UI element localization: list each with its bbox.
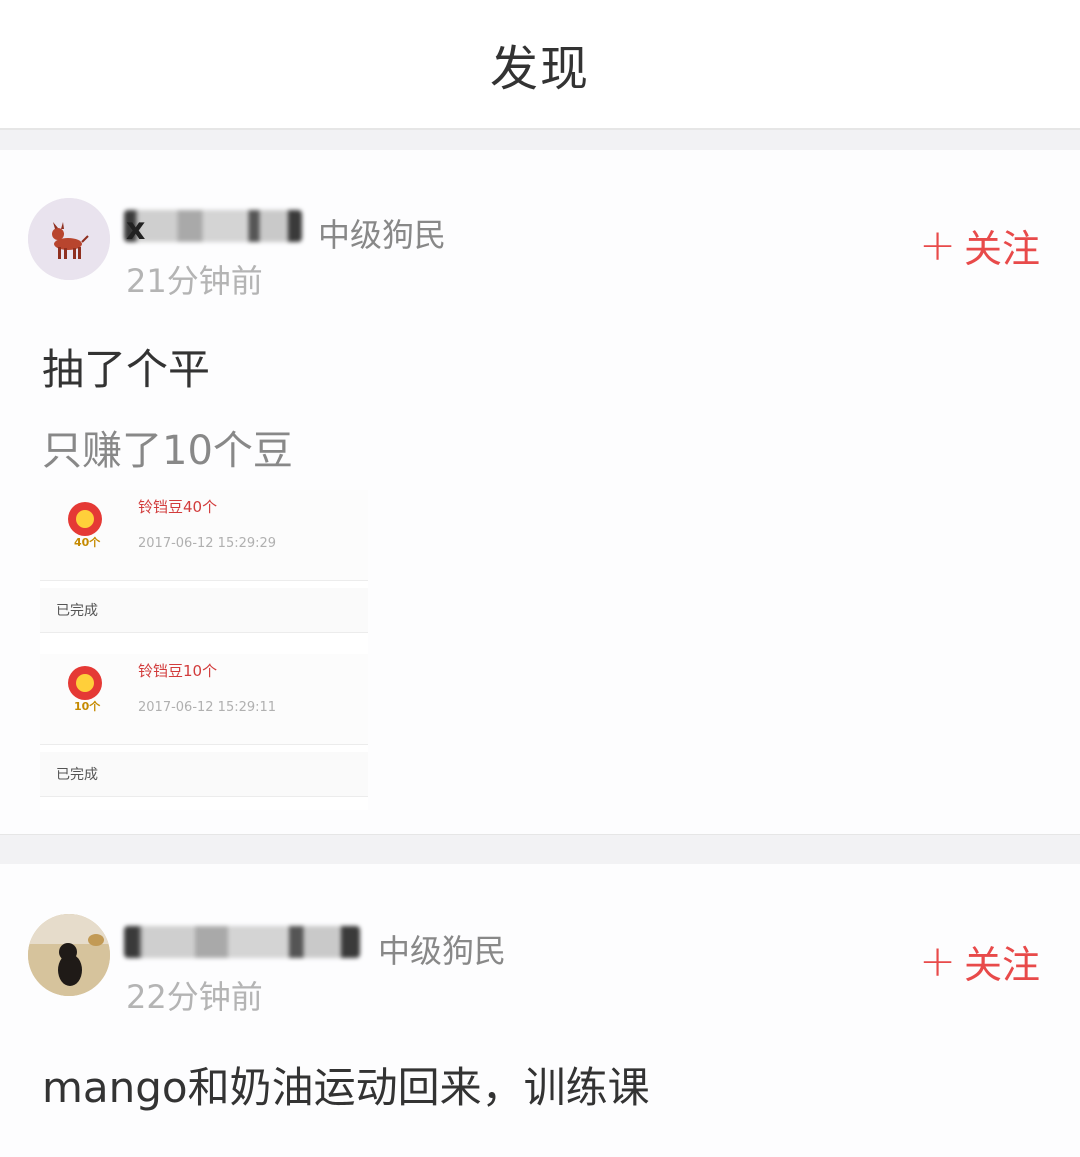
post-time: 21分钟前 bbox=[126, 262, 263, 300]
username-obscured[interactable] bbox=[124, 210, 302, 242]
user-level: 中级狗民 bbox=[318, 216, 447, 254]
dog-avatar-icon bbox=[28, 198, 110, 280]
status-row: 已完成 bbox=[40, 588, 368, 633]
top-bar: 发现 bbox=[0, 0, 1080, 130]
record-status: 已完成 bbox=[56, 767, 98, 783]
avatar[interactable] bbox=[28, 198, 110, 280]
section-gap bbox=[0, 834, 1080, 865]
post-subtitle: 只赚了10个豆 bbox=[42, 428, 293, 474]
record-status: 已完成 bbox=[56, 603, 98, 619]
post-time: 22分钟前 bbox=[126, 978, 263, 1016]
follow-button[interactable]: + 关注 bbox=[919, 218, 1040, 273]
section-gap bbox=[0, 130, 1080, 150]
username-obscured[interactable] bbox=[124, 926, 360, 958]
username-initial: x bbox=[126, 212, 146, 247]
post-title: mango和奶油运动回来，训练课 bbox=[42, 1063, 650, 1112]
post-title: 抽了个平 bbox=[42, 345, 211, 394]
avatar[interactable] bbox=[28, 914, 110, 996]
record-title: 铃铛豆40个 bbox=[138, 498, 218, 516]
list-item: 40个 铃铛豆40个 2017-06-12 15:29:29 bbox=[40, 490, 368, 581]
coin-icon bbox=[68, 502, 102, 536]
dog-avatar-icon bbox=[28, 914, 110, 996]
record-time: 2017-06-12 15:29:29 bbox=[138, 536, 277, 551]
page-title: 发现 bbox=[489, 41, 590, 97]
post-image[interactable]: 40个 铃铛豆40个 2017-06-12 15:29:29 已完成 10个 铃… bbox=[40, 490, 368, 810]
record-title: 铃铛豆10个 bbox=[138, 662, 218, 680]
follow-label: 关注 bbox=[963, 943, 1040, 987]
plus-icon: + bbox=[919, 219, 956, 271]
user-level: 中级狗民 bbox=[378, 932, 507, 970]
coin-badge: 10个 bbox=[74, 700, 101, 713]
post-card[interactable]: 中级狗民 22分钟前 + 关注 mango和奶油运动回来，训练课 bbox=[0, 864, 1080, 1157]
follow-label: 关注 bbox=[963, 227, 1040, 271]
list-item: 10个 铃铛豆10个 2017-06-12 15:29:11 bbox=[40, 654, 368, 745]
status-row: 已完成 bbox=[40, 752, 368, 797]
follow-button[interactable]: + 关注 bbox=[919, 934, 1040, 989]
coin-badge: 40个 bbox=[74, 536, 101, 549]
coin-icon bbox=[68, 666, 102, 700]
plus-icon: + bbox=[919, 935, 956, 987]
record-time: 2017-06-12 15:29:11 bbox=[138, 700, 277, 715]
